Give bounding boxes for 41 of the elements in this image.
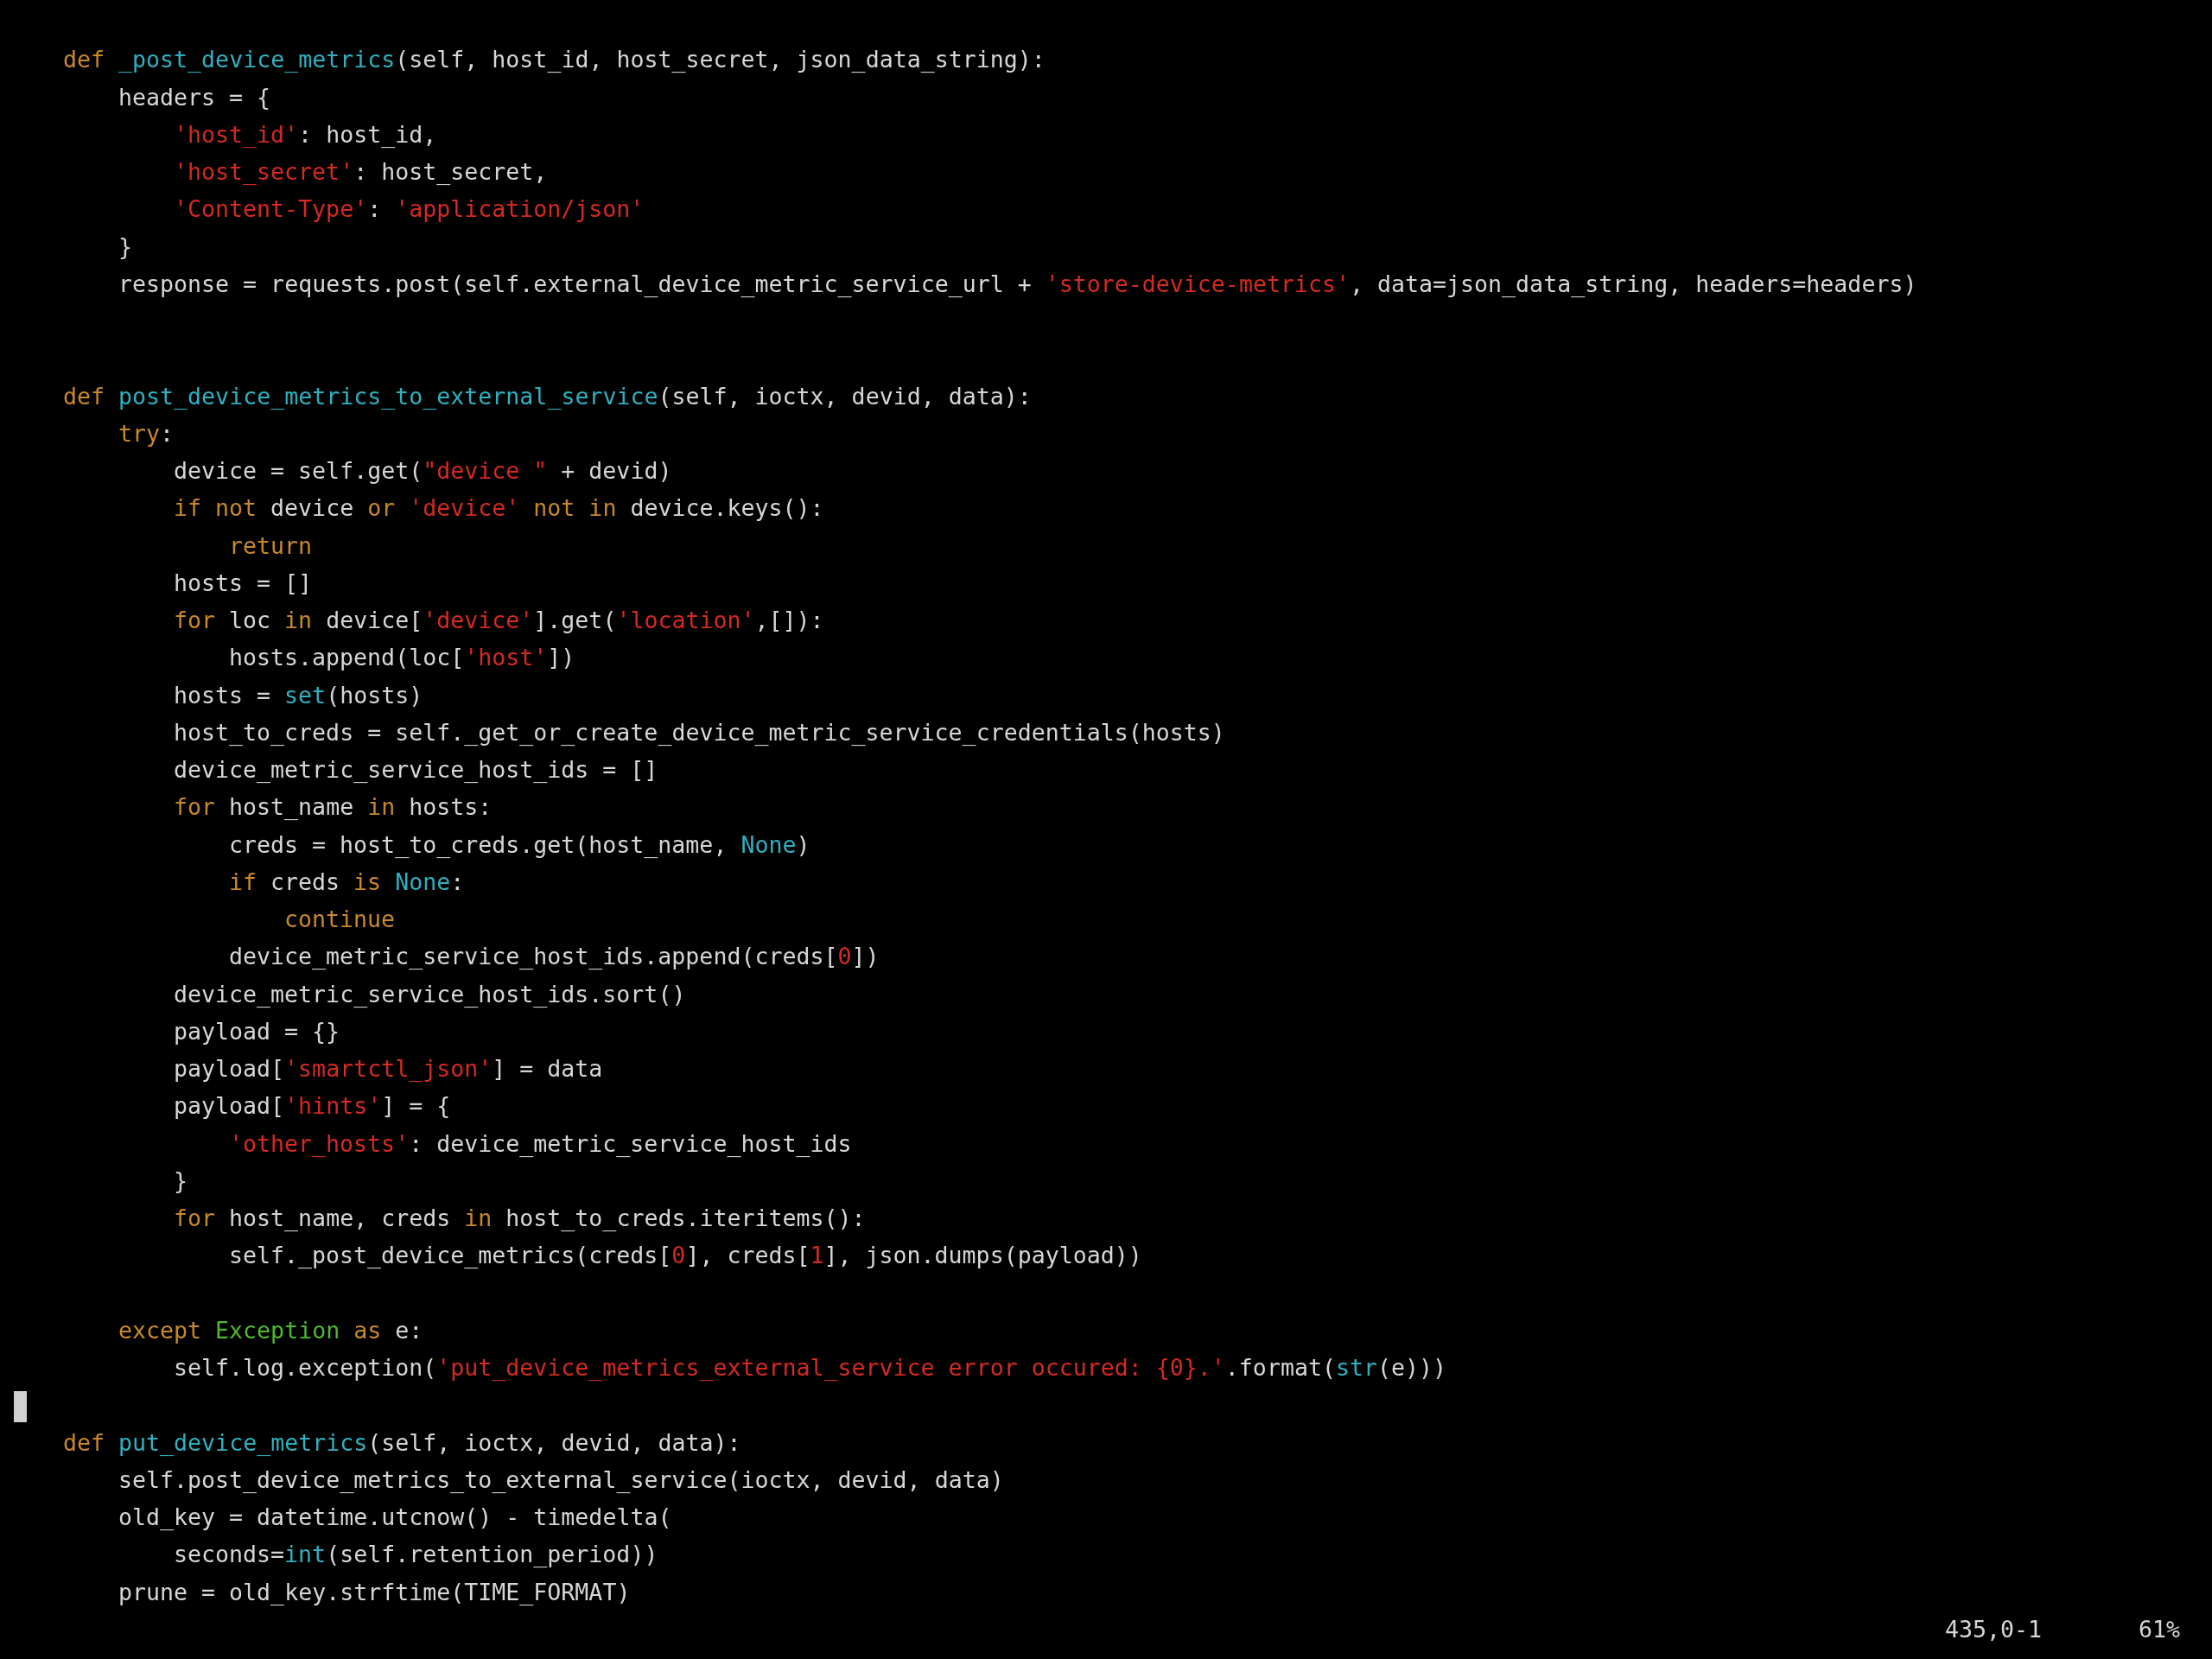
code-line: seconds=int(self.retention_period)) xyxy=(174,1540,658,1570)
code-line: if not device or 'device' not in device.keys(): xyxy=(174,493,824,524)
code-line: for loc in device['device'].get('location',[]): xyxy=(174,606,824,635)
code-line: continue xyxy=(284,905,396,934)
code-line: device = self.get("device " + devid) xyxy=(174,456,672,486)
code-line: 'Content-Type': 'application/json' xyxy=(174,194,645,225)
code-line: for host_name in hosts: xyxy=(174,792,493,823)
code-line: } xyxy=(174,1166,188,1196)
code-line: device_metric_service_host_ids = [] xyxy=(174,755,658,785)
code-line: def put_device_metrics(self, ioctx, devid, data): xyxy=(63,1427,741,1458)
code-line: return xyxy=(229,531,313,561)
code-line: self.post_device_metrics_to_external_service(ioctx, devid, data) xyxy=(118,1465,1004,1495)
code-line: payload = {} xyxy=(174,1016,340,1046)
code-line: host_to_creds = self._get_or_create_device_metric_service_credentials(hosts) xyxy=(174,717,1225,747)
code-line: creds = host_to_creds.get(host_name, None) xyxy=(229,830,810,860)
code-line: for host_name, creds in host_to_creds.iteritems(): xyxy=(174,1204,866,1233)
code-line: try: xyxy=(118,418,175,448)
code-line: hosts = set(hosts) xyxy=(174,680,423,710)
code-line: self._post_device_metrics(creds[0], creds[1], json.dumps(payload)) xyxy=(229,1241,1142,1271)
code-line: except Exception as e: xyxy=(118,1315,423,1345)
code-line: old_key = datetime.utcnow() - timedelta( xyxy=(118,1503,672,1532)
code-line: payload['hints'] = { xyxy=(174,1091,451,1122)
code-line: response = requests.post(self.external_device_metric_service_url + 'store-device-metrics', data=json_data_string, headers=headers) xyxy=(118,269,1917,299)
code-line: def _post_device_metrics(self, host_id, host_secret, json_data_string): xyxy=(63,45,1046,75)
code-line: 'other_hosts': device_metric_service_host_ids xyxy=(229,1128,852,1159)
scroll-percentage: 61% xyxy=(2138,1614,2180,1644)
code-line: device_metric_service_host_ids.sort() xyxy=(174,979,686,1009)
code-line: prune = old_key.strftime(TIME_FORMAT) xyxy=(118,1577,631,1607)
code-line: hosts.append(loc['host']) xyxy=(229,643,575,673)
code-line: hosts = [] xyxy=(174,568,313,598)
code-line: headers = { xyxy=(118,82,271,112)
code-line: if creds is None: xyxy=(229,867,465,897)
code-line: self.log.exception('put_device_metrics_external_service error occured: {0}.'.format(str(e))) xyxy=(174,1353,1447,1382)
text-cursor xyxy=(14,1390,27,1422)
code-line: def post_device_metrics_to_external_service(self, ioctx, devid, data): xyxy=(63,381,1032,411)
code-line: device_metric_service_host_ids.append(creds[0]) xyxy=(229,942,880,972)
code-line: } xyxy=(118,232,132,262)
cursor-position: 435,0-1 xyxy=(1944,1614,2042,1644)
code-line: 'host_id': host_id, xyxy=(174,119,437,149)
code-line: 'host_secret': host_secret, xyxy=(174,157,548,187)
code-line: payload['smartctl_json'] = data xyxy=(174,1054,603,1084)
